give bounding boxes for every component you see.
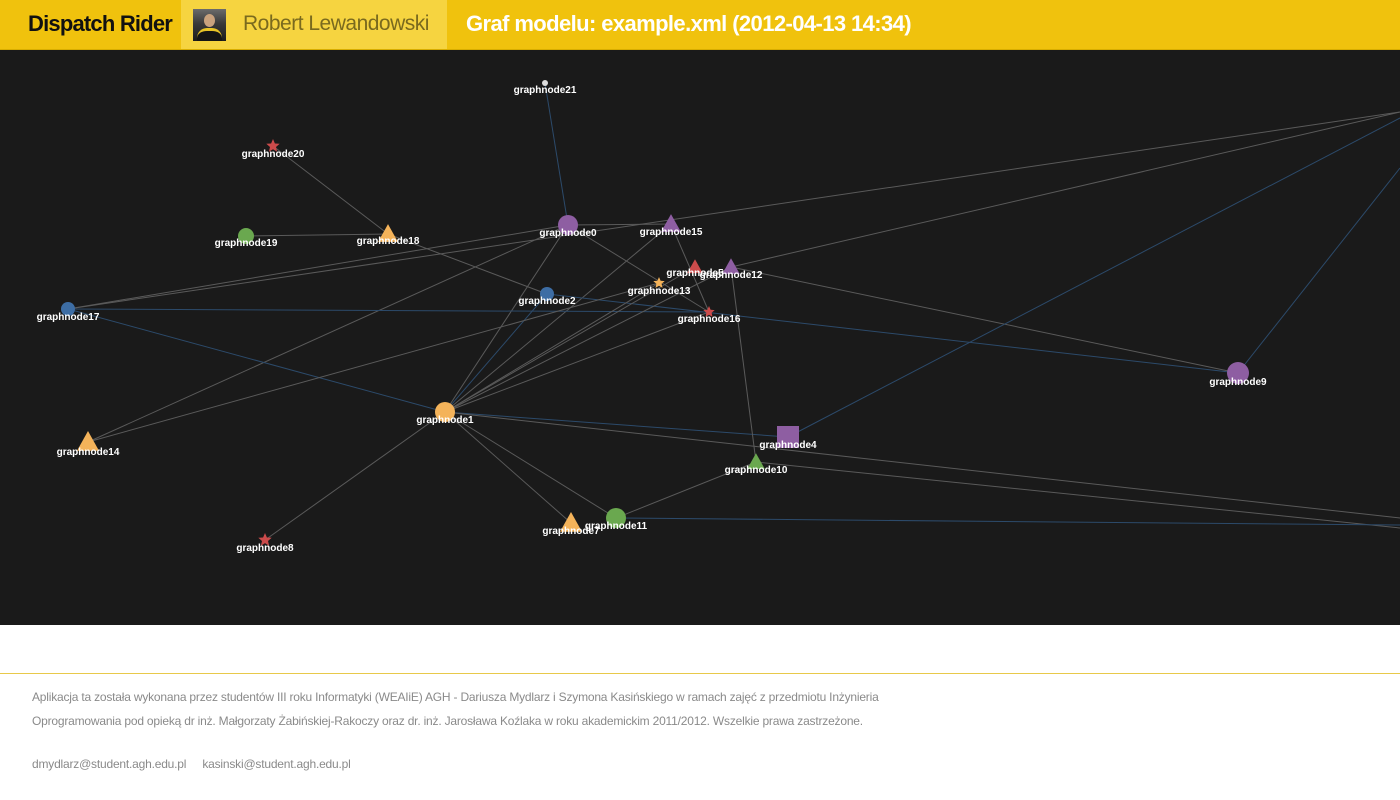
- graph-edge: [444, 311, 710, 413]
- footer-divider: [0, 673, 1400, 674]
- footer-credits-line1: Aplikacja ta została wykonana przez stud…: [32, 690, 879, 704]
- graph-node-label: graphnode2: [518, 296, 576, 307]
- footer-credits-line2: Oprogramowania pod opieką dr inż. Małgor…: [32, 714, 863, 728]
- graph-node-label: graphnode1: [416, 415, 474, 426]
- user-panel[interactable]: Robert Lewandowski: [181, 0, 447, 49]
- graph-node-label: graphnode13: [628, 286, 691, 297]
- graph-node-graphnode9[interactable]: graphnode9: [1209, 362, 1267, 388]
- graph-node-label: graphnode4: [759, 440, 817, 451]
- graph-node-label: graphnode18: [357, 236, 420, 247]
- graph-edge: [615, 517, 1400, 526]
- graph-canvas[interactable]: graphnode0 graphnode1 graphnode2 graphnode4…: [0, 50, 1400, 625]
- graph-edge: [567, 223, 672, 226]
- graph-edge: [67, 308, 446, 413]
- graph-node-graphnode0[interactable]: graphnode0: [539, 215, 597, 239]
- graph-edge: [755, 461, 1400, 529]
- graph-node-label: graphnode11: [585, 521, 648, 532]
- user-name[interactable]: Robert Lewandowski: [243, 12, 429, 36]
- graph-node-label: graphnode20: [242, 149, 305, 160]
- graph-node-graphnode11[interactable]: graphnode11: [585, 508, 648, 532]
- page-title: Graf modelu: example.xml (2012-04-13 14:…: [466, 11, 912, 36]
- graph-edge: [444, 411, 789, 438]
- graph-node-label: graphnode0: [539, 228, 597, 239]
- graph-node-label: graphnode8: [236, 543, 294, 554]
- graph-edge: [546, 293, 1239, 374]
- graph-svg[interactable]: graphnode0 graphnode1 graphnode2 graphnode4…: [0, 50, 1400, 625]
- graph-node-graphnode4[interactable]: graphnode4: [759, 426, 817, 451]
- graph-edge: [1237, 167, 1400, 374]
- graph-node-graphnode19[interactable]: graphnode19: [215, 228, 278, 249]
- email-link-mydlarz[interactable]: dmydlarz@student.agh.edu.pl: [32, 757, 186, 771]
- avatar-shirt: [197, 28, 222, 41]
- graph-node-label: graphnode15: [640, 227, 703, 238]
- graph-node-graphnode20[interactable]: graphnode20: [242, 139, 305, 160]
- graph-edge: [787, 117, 1400, 438]
- graph-edge: [264, 411, 446, 541]
- graph-node-graphnode10[interactable]: graphnode10: [725, 453, 788, 476]
- graph-node-graphnode16[interactable]: graphnode16: [678, 306, 741, 325]
- graph-node-graphnode14[interactable]: graphnode14: [57, 431, 120, 458]
- graph-node-graphnode13[interactable]: graphnode13: [628, 277, 691, 297]
- graph-edge: [87, 224, 569, 443]
- graph-edge: [730, 266, 1239, 374]
- graph-node-graphnode21[interactable]: graphnode21: [514, 80, 577, 96]
- avatar[interactable]: [193, 9, 226, 41]
- graph-node-label: graphnode19: [215, 238, 278, 249]
- graph-node-graphnode2[interactable]: graphnode2: [518, 287, 576, 307]
- graph-node-label: graphnode16: [678, 314, 741, 325]
- footer-emails: dmydlarz@student.agh.edu.pl kasinski@stu…: [32, 757, 364, 771]
- graph-edge: [730, 111, 1400, 268]
- graph-node-label: graphnode12: [700, 270, 763, 281]
- brand-link[interactable]: Dispatch Rider: [28, 11, 173, 37]
- graph-edge: [544, 82, 569, 226]
- graph-node-graphnode18[interactable]: graphnode18: [357, 224, 420, 247]
- avatar-face: [204, 14, 215, 27]
- graph-edge: [444, 293, 548, 413]
- top-bar: Dispatch Rider Robert Lewandowski Graf m…: [0, 0, 1400, 50]
- graph-node-label: graphnode17: [37, 312, 100, 323]
- graph-edge: [444, 411, 1400, 519]
- graph-edge: [67, 224, 569, 310]
- graph-node-graphnode8[interactable]: graphnode8: [236, 533, 294, 554]
- graph-node-graphnode15[interactable]: graphnode15: [640, 214, 703, 238]
- footer-credits: Aplikacja ta została wykonana przez stud…: [32, 685, 992, 733]
- graph-edge: [444, 223, 672, 413]
- graph-node-label: graphnode9: [1209, 377, 1267, 388]
- graph-node-label: graphnode21: [514, 85, 577, 96]
- graph-node-label: graphnode14: [57, 447, 120, 458]
- email-link-kasinski[interactable]: kasinski@student.agh.edu.pl: [202, 757, 350, 771]
- graph-edge: [444, 411, 572, 524]
- graph-node-label: graphnode10: [725, 465, 788, 476]
